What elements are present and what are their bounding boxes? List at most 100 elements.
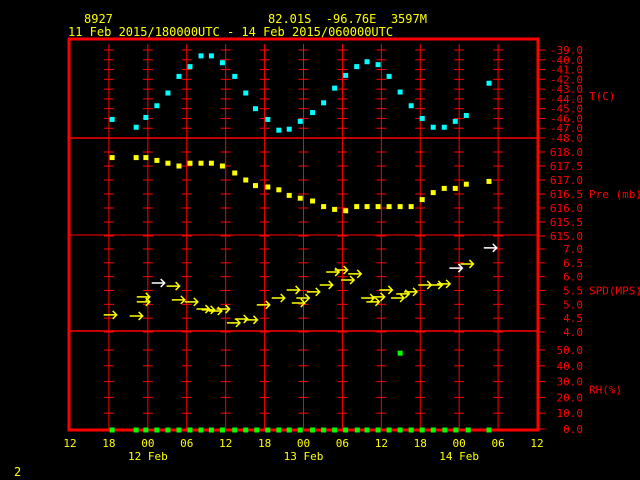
rh-point xyxy=(453,427,459,433)
temperature-point xyxy=(430,124,436,130)
rh-point xyxy=(243,427,249,433)
axis-tick-label: 616.5 xyxy=(550,188,583,201)
pressure-point xyxy=(219,163,225,169)
axis-tick-label: 616.0 xyxy=(550,202,583,215)
wind-arrow xyxy=(286,285,301,295)
wind-arrow xyxy=(256,300,271,310)
temperature-point xyxy=(364,59,370,65)
rh-point xyxy=(265,427,271,433)
axis-tick-label: 6.0 xyxy=(563,271,583,284)
axis-tick-label: 50.0 xyxy=(557,344,584,357)
temperature-point xyxy=(486,80,492,86)
pressure-point xyxy=(208,160,214,166)
wind-arrow xyxy=(103,310,118,320)
temperature-point xyxy=(198,53,204,59)
rh-point xyxy=(154,427,160,433)
axis-tick-label: 4.0 xyxy=(563,326,583,339)
pressure-point xyxy=(276,187,282,193)
temperature-point xyxy=(143,114,149,120)
rh-point xyxy=(109,427,115,433)
pressure-point xyxy=(232,170,238,176)
temperature-point xyxy=(154,103,160,109)
rh-point xyxy=(310,427,316,433)
rh-point xyxy=(276,427,282,433)
pressure-point xyxy=(321,204,327,210)
pressure-point xyxy=(386,204,392,210)
temperature-point xyxy=(165,90,171,96)
rh-point xyxy=(343,427,349,433)
day-label: 12 Feb xyxy=(128,450,168,463)
pressure-point xyxy=(198,160,204,166)
time-tick-label: 12 xyxy=(63,437,76,450)
rh-point xyxy=(354,427,360,433)
axis-tick-label: 615.5 xyxy=(550,216,583,229)
wind-arrow xyxy=(334,265,349,275)
rh-point xyxy=(286,427,292,433)
rh-point xyxy=(321,427,327,433)
pressure-point xyxy=(154,157,160,163)
time-tick-label: 18 xyxy=(102,437,115,450)
pressure-point xyxy=(486,178,492,184)
wind-arrow xyxy=(171,295,186,305)
axis-tick-label: 7.0 xyxy=(563,243,583,256)
time-tick-label: 00 xyxy=(141,437,154,450)
temperature-point xyxy=(297,118,303,124)
pressure-point xyxy=(354,204,360,210)
pressure-point xyxy=(463,181,469,187)
rh-point xyxy=(397,427,403,433)
wind-arrow xyxy=(319,280,334,290)
time-tick-label: 12 xyxy=(219,437,232,450)
axis-tick-label: 40.0 xyxy=(557,360,584,373)
axis-tick-label: 6.5 xyxy=(563,257,583,270)
axis-tick-label: 617.5 xyxy=(550,160,583,173)
rh-point xyxy=(332,427,338,433)
wind-arrow xyxy=(391,293,406,303)
wind-arrow xyxy=(429,280,444,290)
pressure-point xyxy=(419,197,425,203)
rh-point xyxy=(486,427,492,433)
temperature-point xyxy=(286,126,292,132)
temperature-point xyxy=(187,64,193,70)
rh-point xyxy=(143,427,149,433)
rh-point xyxy=(219,427,225,433)
rh-point xyxy=(397,350,403,356)
wind-arrow xyxy=(226,318,241,328)
temperature-point xyxy=(276,127,282,133)
rh-point xyxy=(442,427,448,433)
pressure-point xyxy=(109,155,115,161)
rh-point xyxy=(254,427,260,433)
pressure-point xyxy=(343,208,349,214)
pressure-point xyxy=(286,192,292,198)
temperature-point xyxy=(375,62,381,68)
axis-tick-label: 5.5 xyxy=(563,285,583,298)
wind-arrow xyxy=(361,293,376,303)
temperature-point xyxy=(133,124,139,130)
rh-point xyxy=(176,427,182,433)
axis-tick-label: 10.0 xyxy=(557,407,584,420)
pressure-point xyxy=(143,155,149,161)
rh-point xyxy=(386,427,392,433)
wind-arrow xyxy=(460,259,475,269)
axis-tick-label: 30.0 xyxy=(557,376,584,389)
wind-arrow xyxy=(449,263,464,273)
wind-arrow xyxy=(291,298,306,308)
temperature-point xyxy=(386,73,392,79)
wind-arrow xyxy=(404,287,419,297)
rh-point xyxy=(408,427,414,433)
temperature-point xyxy=(452,118,458,124)
pressure-point xyxy=(364,204,370,210)
rh-point xyxy=(430,427,436,433)
temperature-point xyxy=(176,73,182,79)
time-tick-label: 06 xyxy=(336,437,349,450)
axis-tick-label: 617.0 xyxy=(550,174,583,187)
rh-point xyxy=(198,427,204,433)
pressure-point xyxy=(441,185,447,191)
axis-tick-label: 4.5 xyxy=(563,312,583,325)
wind-arrow xyxy=(483,243,498,253)
time-tick-label: 18 xyxy=(414,437,427,450)
rh-point xyxy=(187,427,193,433)
panel-label-temperature: T(C) xyxy=(589,90,616,103)
temperature-point xyxy=(408,103,414,109)
wind-arrow xyxy=(216,304,231,314)
day-label: 13 Feb xyxy=(284,450,324,463)
